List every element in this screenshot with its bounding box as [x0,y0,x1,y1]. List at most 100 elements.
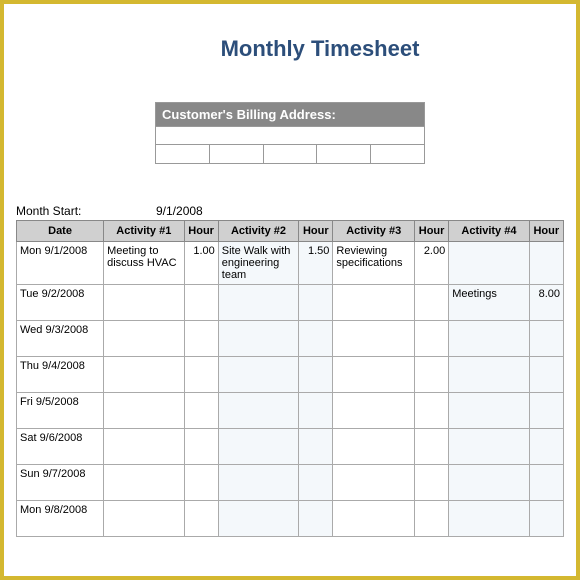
hour-cell[interactable] [414,465,448,501]
activity-cell[interactable] [218,429,298,465]
hour-cell[interactable] [529,429,563,465]
hour-cell[interactable] [529,501,563,537]
date-cell[interactable]: Mon 9/1/2008 [17,242,104,285]
header-activity1: Activity #1 [104,221,184,242]
hour-cell[interactable] [184,357,218,393]
hour-cell[interactable] [529,242,563,285]
activity-cell[interactable] [449,242,529,285]
billing-cells-row [156,144,424,163]
activity-cell[interactable] [333,429,415,465]
header-date: Date [17,221,104,242]
activity-cell[interactable] [104,285,184,321]
date-cell[interactable]: Thu 9/4/2008 [17,357,104,393]
hour-cell[interactable] [529,357,563,393]
hour-cell[interactable] [529,393,563,429]
activity-cell[interactable] [218,357,298,393]
hour-cell[interactable] [414,501,448,537]
hour-cell[interactable] [299,321,333,357]
billing-header: Customer's Billing Address: [156,103,424,126]
header-activity4: Activity #4 [449,221,529,242]
hour-cell[interactable]: 1.50 [299,242,333,285]
hour-cell[interactable] [184,321,218,357]
billing-cell [156,145,210,163]
activity-cell[interactable] [218,285,298,321]
activity-cell[interactable] [218,501,298,537]
hour-cell[interactable] [414,393,448,429]
billing-row [156,126,424,144]
date-cell[interactable]: Fri 9/5/2008 [17,393,104,429]
date-cell[interactable]: Mon 9/8/2008 [17,501,104,537]
hour-cell[interactable]: 1.00 [184,242,218,285]
hour-cell[interactable] [529,465,563,501]
hour-cell[interactable] [299,501,333,537]
billing-cell [317,145,371,163]
table-row: Sun 9/7/2008 [17,465,564,501]
table-row: Sat 9/6/2008 [17,429,564,465]
activity-cell[interactable]: Meetings [449,285,529,321]
activity-cell[interactable] [104,357,184,393]
activity-cell[interactable] [449,465,529,501]
activity-cell[interactable] [449,429,529,465]
activity-cell[interactable] [333,357,415,393]
date-cell[interactable]: Wed 9/3/2008 [17,321,104,357]
header-activity2: Activity #2 [218,221,298,242]
header-hour1: Hour [184,221,218,242]
activity-cell[interactable] [104,465,184,501]
date-cell[interactable]: Sun 9/7/2008 [17,465,104,501]
activity-cell[interactable] [104,501,184,537]
activity-cell[interactable] [333,285,415,321]
activity-cell[interactable] [449,501,529,537]
date-cell[interactable]: Sat 9/6/2008 [17,429,104,465]
billing-address-box: Customer's Billing Address: [155,102,425,164]
hour-cell[interactable]: 8.00 [529,285,563,321]
page-title: Monthly Timesheet [76,36,564,62]
hour-cell[interactable] [299,429,333,465]
table-row: Wed 9/3/2008 [17,321,564,357]
table-row: Thu 9/4/2008 [17,357,564,393]
table-row: Fri 9/5/2008 [17,393,564,429]
hour-cell[interactable] [299,357,333,393]
header-activity3: Activity #3 [333,221,415,242]
activity-cell[interactable] [333,501,415,537]
activity-cell[interactable] [333,393,415,429]
activity-cell[interactable] [218,393,298,429]
month-start-label: Month Start: [16,204,116,218]
month-start-value: 9/1/2008 [156,204,203,218]
hour-cell[interactable] [184,465,218,501]
activity-cell[interactable]: Reviewing specifications [333,242,415,285]
activity-cell[interactable] [449,393,529,429]
hour-cell[interactable] [184,429,218,465]
activity-cell[interactable] [104,321,184,357]
hour-cell[interactable] [299,465,333,501]
hour-cell[interactable]: 2.00 [414,242,448,285]
activity-cell[interactable] [449,357,529,393]
timesheet-table: Date Activity #1 Hour Activity #2 Hour A… [16,220,564,537]
hour-cell[interactable] [414,321,448,357]
hour-cell[interactable] [529,321,563,357]
header-hour2: Hour [299,221,333,242]
activity-cell[interactable]: Meeting to discuss HVAC [104,242,184,285]
hour-cell[interactable] [299,285,333,321]
hour-cell[interactable] [184,393,218,429]
header-hour3: Hour [414,221,448,242]
header-row: Date Activity #1 Hour Activity #2 Hour A… [17,221,564,242]
activity-cell[interactable]: Site Walk with engineering team [218,242,298,285]
hour-cell[interactable] [299,393,333,429]
hour-cell[interactable] [414,429,448,465]
activity-cell[interactable] [333,321,415,357]
hour-cell[interactable] [184,285,218,321]
activity-cell[interactable] [104,429,184,465]
table-row: Tue 9/2/2008 Meetings8.00 [17,285,564,321]
activity-cell[interactable] [218,321,298,357]
activity-cell[interactable] [104,393,184,429]
billing-cell [264,145,318,163]
hour-cell[interactable] [414,357,448,393]
date-cell[interactable]: Tue 9/2/2008 [17,285,104,321]
table-row: Mon 9/1/2008Meeting to discuss HVAC1.00S… [17,242,564,285]
hour-cell[interactable] [184,501,218,537]
activity-cell[interactable] [333,465,415,501]
activity-cell[interactable] [449,321,529,357]
hour-cell[interactable] [414,285,448,321]
activity-cell[interactable] [218,465,298,501]
table-row: Mon 9/8/2008 [17,501,564,537]
